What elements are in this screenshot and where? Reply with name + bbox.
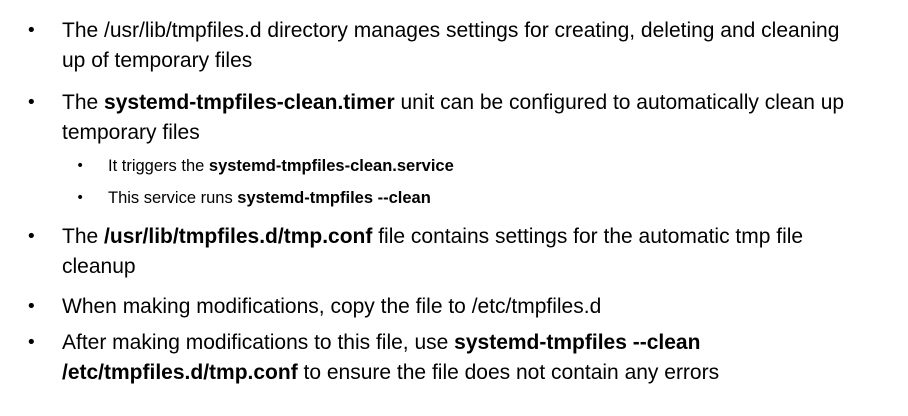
bullet-text-bold: systemd-tmpfiles --clean bbox=[237, 189, 431, 207]
bullet-text-bold: /usr/lib/tmpfiles.d/tmp.conf bbox=[104, 225, 373, 248]
bullet-text: After making modifications to this file,… bbox=[62, 331, 455, 354]
bullet-text-bold: systemd-tmpfiles-clean.service bbox=[208, 157, 454, 175]
bullet-text: to ensure the file does not contain any … bbox=[297, 361, 720, 384]
bullet-text: This service runs bbox=[108, 189, 238, 207]
bullet-text-bold: systemd-tmpfiles-clean.timer bbox=[104, 91, 395, 114]
bullet-icon: • bbox=[76, 158, 85, 174]
bullet-icon: • bbox=[26, 226, 37, 247]
bullet-icon: • bbox=[26, 332, 37, 353]
bullet-icon: • bbox=[26, 92, 37, 113]
sub-bullet-item-triggers-service: • It triggers the systemd-tmpfiles-clean… bbox=[76, 155, 868, 177]
bullet-icon: • bbox=[26, 20, 37, 41]
bullet-item-copy-file: • When making modifications, copy the fi… bbox=[26, 292, 862, 322]
bullet-icon: • bbox=[26, 296, 37, 317]
bullet-item-tmpfiles-directory: • The /usr/lib/tmpfiles.d directory mana… bbox=[26, 16, 862, 76]
bullet-text: When making modifications, copy the file… bbox=[62, 295, 602, 318]
sub-bullet-item-service-runs: • This service runs systemd-tmpfiles --c… bbox=[76, 187, 868, 209]
bullet-item-clean-timer: • The systemd-tmpfiles-clean.timer unit … bbox=[26, 88, 862, 148]
bullet-text: The bbox=[62, 91, 105, 114]
bullet-item-check-errors: • After making modifications to this fil… bbox=[26, 328, 862, 388]
bullet-icon: • bbox=[76, 190, 85, 206]
slide-content: • The /usr/lib/tmpfiles.d directory mana… bbox=[0, 0, 908, 416]
bullet-item-tmp-conf: • The /usr/lib/tmpfiles.d/tmp.conf file … bbox=[26, 222, 862, 282]
bullet-text: It triggers the bbox=[108, 157, 209, 175]
bullet-text: The bbox=[62, 225, 105, 248]
bullet-text: The /usr/lib/tmpfiles.d directory manage… bbox=[62, 19, 840, 72]
